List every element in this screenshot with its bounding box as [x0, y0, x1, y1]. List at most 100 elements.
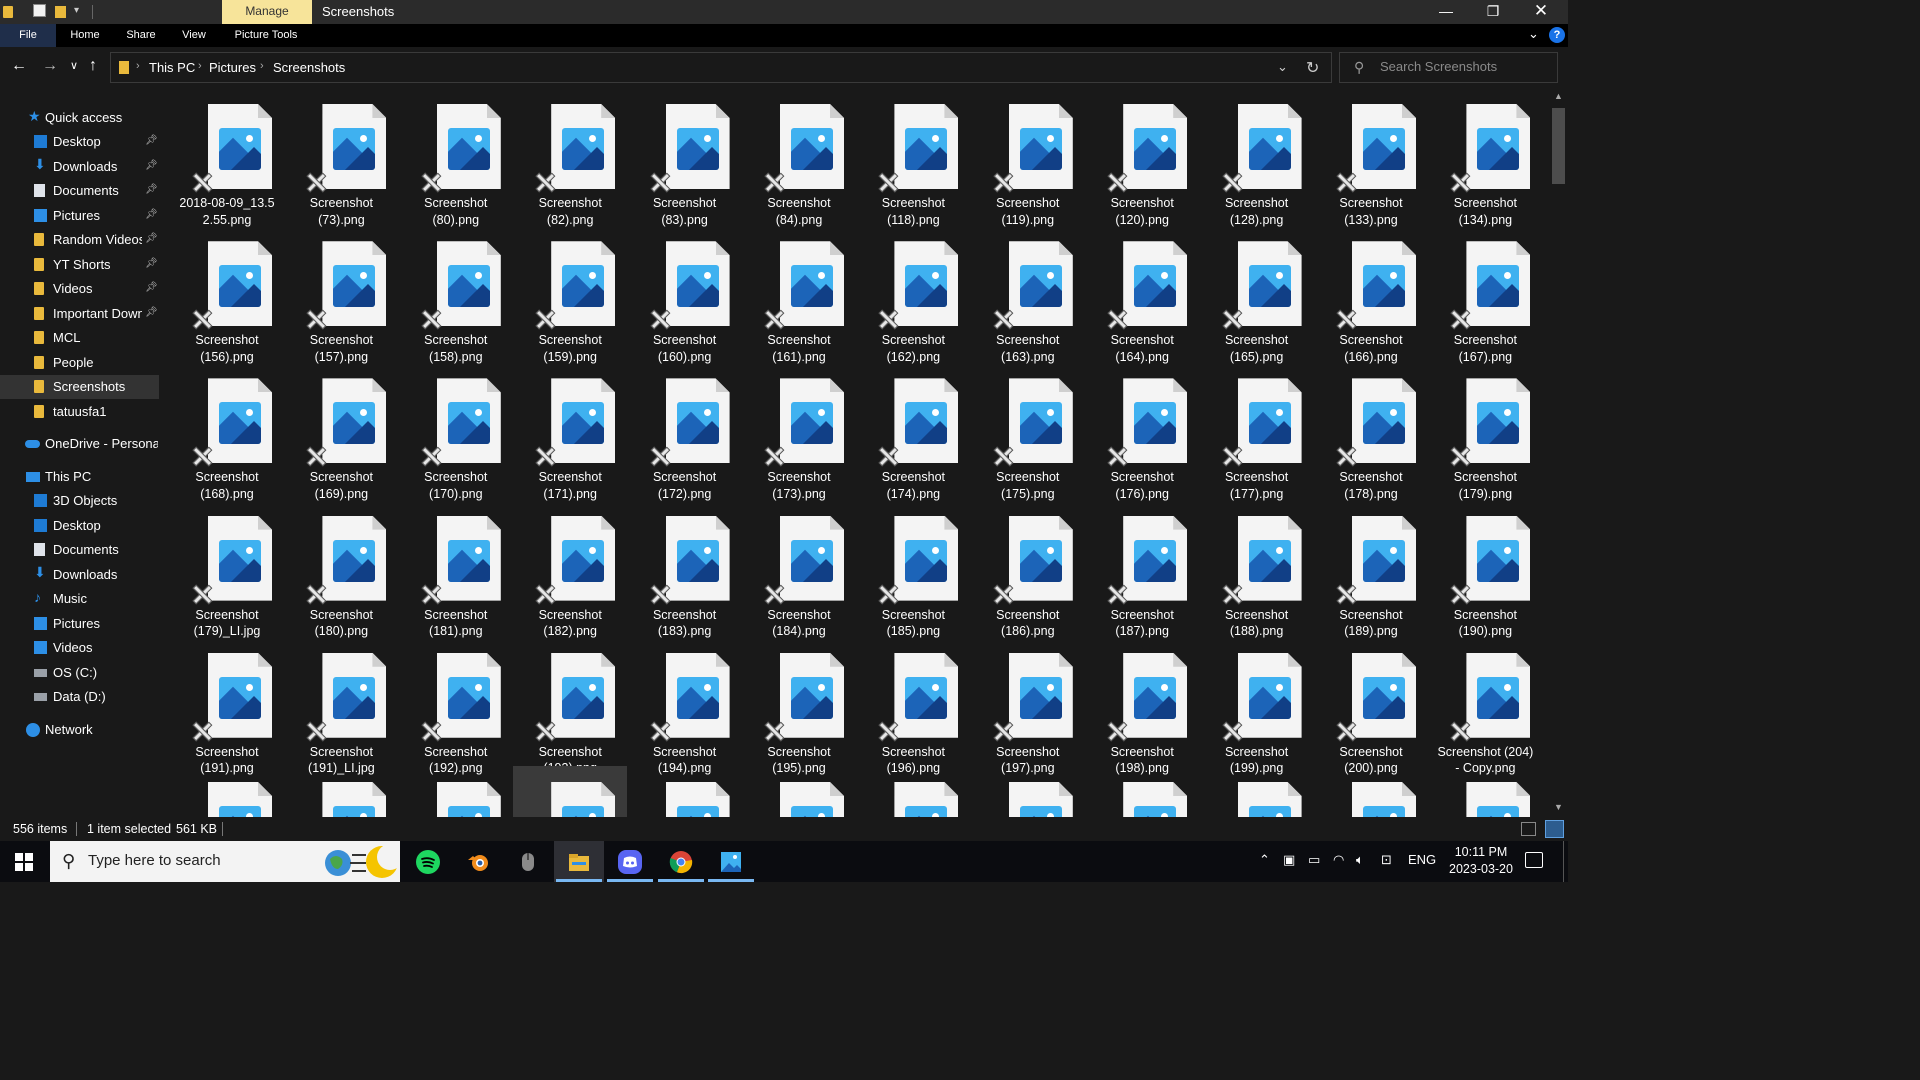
file-item[interactable]: Screenshot (188).png — [1200, 500, 1314, 638]
file-item[interactable]: Screenshot (179)_LI.jpg — [170, 500, 284, 638]
sidebar-item-pc-pictures[interactable]: Pictures — [0, 612, 159, 636]
sidebar-item-people[interactable]: People — [0, 351, 159, 375]
file-item[interactable]: Screenshot (73).png — [284, 88, 398, 227]
file-item[interactable]: Screenshot (158).png — [399, 225, 513, 364]
sidebar-item-videos[interactable]: Videos 📌︎ — [0, 277, 159, 301]
details-view-icon[interactable] — [1521, 822, 1536, 836]
sidebar-item-tatuusfa1[interactable]: tatuusfa1 — [0, 400, 159, 424]
sidebar-item-documents[interactable]: Documents 📌︎ — [0, 179, 159, 203]
tab-view[interactable]: View — [172, 24, 216, 47]
mouse-app-icon[interactable] — [503, 841, 553, 882]
search-box[interactable]: ⚲ — [1339, 52, 1558, 83]
forward-button[interactable]: → — [42, 57, 58, 75]
file-item[interactable]: Screenshot (196).png — [856, 637, 970, 775]
wifi-icon[interactable]: ◠ — [1333, 852, 1344, 868]
file-item[interactable]: Screenshot (189).png — [1314, 500, 1428, 638]
sidebar-item-pc-data-d[interactable]: Data (D:) — [0, 685, 159, 709]
file-item[interactable]: Screenshot (83).png — [628, 88, 742, 227]
tab-share[interactable]: Share — [118, 24, 164, 47]
properties-icon[interactable] — [33, 4, 46, 17]
sidebar-item-pc-downloads[interactable]: ⬇ Downloads — [0, 563, 159, 587]
pin-icon[interactable]: 📌︎ — [145, 184, 158, 195]
file-item[interactable]: Screenshot (80).png — [399, 88, 513, 227]
customize-toolbar-icon[interactable]: ▾ — [74, 5, 79, 16]
file-item[interactable]: Screenshot (118).png — [856, 88, 970, 227]
help-icon[interactable]: ? — [1549, 27, 1565, 43]
chevron-up-icon[interactable]: ⌃ — [1259, 852, 1270, 868]
file-item[interactable]: Screenshot (173).png — [742, 362, 856, 501]
chevron-right-icon[interactable]: › — [260, 60, 264, 72]
back-button[interactable]: ← — [11, 57, 27, 75]
sidebar-item-this-pc[interactable]: This PC — [0, 465, 159, 489]
file-item[interactable]: Screenshot (170).png — [399, 362, 513, 501]
sidebar-item-screenshots[interactable]: Screenshots — [0, 375, 159, 399]
file-item[interactable]: Screenshot (200).png — [1314, 637, 1428, 775]
file-item[interactable]: Screenshot (134).png — [1428, 88, 1542, 227]
scroll-down-icon[interactable]: ▼ — [1554, 802, 1563, 812]
file-item[interactable]: Screenshot (199).png — [1200, 637, 1314, 775]
file-item[interactable]: Screenshot (82).png — [513, 88, 627, 227]
photos-icon[interactable] — [706, 841, 756, 882]
clock[interactable]: 10:11 PM 2023-03-20 — [1440, 844, 1522, 878]
file-item[interactable]: Screenshot (182).png — [513, 500, 627, 638]
chevron-right-icon[interactable]: › — [136, 60, 140, 72]
file-item[interactable] — [1314, 766, 1428, 817]
file-item[interactable]: Screenshot (167).png — [1428, 225, 1542, 364]
file-item[interactable]: Screenshot (84).png — [742, 88, 856, 227]
file-item[interactable]: Screenshot (191)_LI.jpg — [284, 637, 398, 775]
file-item[interactable] — [399, 766, 513, 817]
meet-now-icon[interactable]: ▣ — [1283, 852, 1295, 868]
file-item[interactable] — [742, 766, 856, 817]
file-item[interactable]: Screenshot (120).png — [1085, 88, 1199, 227]
file-item[interactable]: Screenshot (175).png — [971, 362, 1085, 501]
new-folder-icon[interactable] — [55, 6, 66, 18]
file-item[interactable] — [170, 766, 284, 817]
file-item[interactable] — [1200, 766, 1314, 817]
file-item[interactable]: Screenshot (166).png — [1314, 225, 1428, 364]
file-item[interactable]: Screenshot (163).png — [971, 225, 1085, 364]
file-item[interactable]: Screenshot (186).png — [971, 500, 1085, 638]
file-item[interactable] — [513, 766, 628, 817]
large-icons-view-icon[interactable] — [1545, 820, 1564, 838]
file-item[interactable]: Screenshot (119).png — [971, 88, 1085, 227]
file-item[interactable]: Screenshot (187).png — [1085, 500, 1199, 638]
file-item[interactable]: Screenshot (181).png — [399, 500, 513, 638]
file-item[interactable]: Screenshot (171).png — [513, 362, 627, 501]
taskbar-search[interactable]: ⚲ — [50, 841, 400, 882]
file-item[interactable]: Screenshot (184).png — [742, 500, 856, 638]
close-button[interactable]: ✕ — [1518, 0, 1564, 24]
file-item[interactable]: Screenshot (168).png — [170, 362, 284, 501]
file-item[interactable]: Screenshot (172).png — [628, 362, 742, 501]
language-indicator[interactable]: ENG — [1408, 852, 1436, 867]
file-item[interactable]: Screenshot (157).png — [284, 225, 398, 364]
file-item[interactable] — [856, 766, 970, 817]
file-item[interactable]: Screenshot (180).png — [284, 500, 398, 638]
file-item[interactable]: Screenshot (160).png — [628, 225, 742, 364]
sidebar-item-mcl[interactable]: MCL — [0, 326, 159, 350]
file-item[interactable]: Screenshot (165).png — [1200, 225, 1314, 364]
file-item[interactable]: Screenshot (174).png — [856, 362, 970, 501]
file-item[interactable]: Screenshot (192).png — [399, 637, 513, 775]
restore-button[interactable]: ❐ — [1470, 0, 1516, 24]
file-item[interactable]: 2018-08-09_13.5 2.55.png — [170, 88, 284, 227]
pin-icon[interactable]: 📌︎ — [145, 233, 158, 244]
file-item[interactable] — [971, 766, 1085, 817]
file-item[interactable] — [628, 766, 742, 817]
sidebar-item-pc-documents[interactable]: Documents — [0, 538, 159, 562]
vertical-scrollbar[interactable]: ▲ ▼ — [1549, 88, 1568, 817]
refresh-icon[interactable]: ↻ — [1306, 58, 1319, 78]
chevron-right-icon[interactable]: › — [198, 60, 202, 72]
file-item[interactable]: Screenshot (128).png — [1200, 88, 1314, 227]
up-button[interactable]: ↑ — [89, 57, 97, 75]
sidebar-item-pc-3d-objects[interactable]: 3D Objects — [0, 489, 159, 513]
file-item[interactable]: Screenshot (178).png — [1314, 362, 1428, 501]
sidebar-item-random-videos[interactable]: Random Videos 📌︎ — [0, 228, 159, 252]
pin-icon[interactable]: 📌︎ — [145, 209, 158, 220]
chevron-down-icon[interactable]: ⌄ — [1277, 59, 1288, 75]
notifications-icon[interactable] — [1525, 852, 1543, 868]
sidebar-item-pc-desktop[interactable]: Desktop — [0, 514, 159, 538]
file-item[interactable]: Screenshot (176).png — [1085, 362, 1199, 501]
search-input[interactable] — [1380, 59, 1550, 74]
file-item[interactable]: Screenshot (161).png — [742, 225, 856, 364]
file-item[interactable]: Screenshot (183).png — [628, 500, 742, 638]
